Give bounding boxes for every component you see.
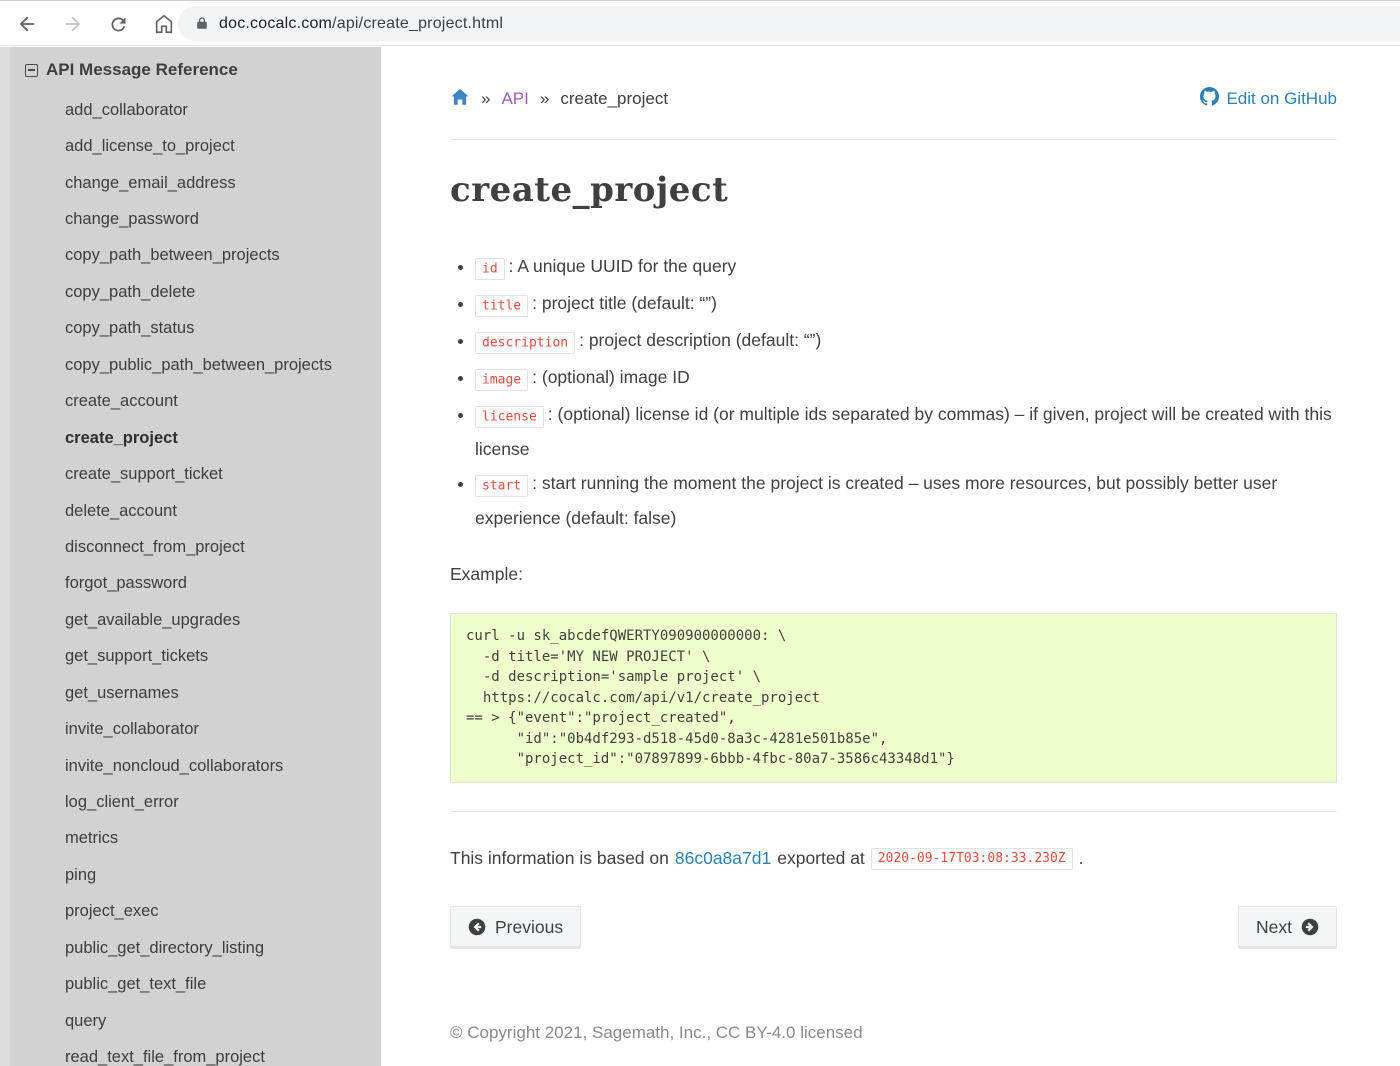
breadcrumb-current: create_project xyxy=(560,89,668,109)
sidebar-item-change_email_address[interactable]: change_email_address xyxy=(0,165,381,201)
sidebar-item-get_available_upgrades[interactable]: get_available_upgrades xyxy=(0,602,381,638)
param-description: : start running the moment the project i… xyxy=(475,473,1277,528)
based-on-note: This information is based on 86c0a8a7d1 … xyxy=(450,848,1337,870)
sidebar-item-add_license_to_project[interactable]: add_license_to_project xyxy=(0,128,381,164)
back-icon[interactable] xyxy=(16,13,38,35)
home-icon[interactable] xyxy=(153,13,175,35)
sidebar-item-copy_path_status[interactable]: copy_path_status xyxy=(0,311,381,347)
url-text: doc.cocalc.com/api/create_project.html xyxy=(219,15,503,33)
sidebar-header-label: API Message Reference xyxy=(46,60,238,80)
breadcrumb-separator: » xyxy=(481,89,490,109)
arrow-circle-left-icon xyxy=(468,918,486,936)
param-code: title xyxy=(475,295,528,317)
param-code: license xyxy=(475,406,544,428)
sidebar-item-list: add_collaboratoradd_license_to_projectch… xyxy=(0,92,381,1066)
sidebar-item-copy_path_delete[interactable]: copy_path_delete xyxy=(0,274,381,310)
next-button[interactable]: Next xyxy=(1238,906,1337,949)
commit-hash-link[interactable]: 86c0a8a7d1 xyxy=(675,848,771,869)
sidebar-item-copy_public_path_between_projects[interactable]: copy_public_path_between_projects xyxy=(0,347,381,383)
param-item-id: id: A unique UUID for the query xyxy=(475,250,1337,285)
param-item-license: license: (optional) license id (or multi… xyxy=(475,398,1337,465)
sidebar-item-delete_account[interactable]: delete_account xyxy=(0,493,381,529)
browser-toolbar: doc.cocalc.com/api/create_project.html xyxy=(0,0,1400,46)
param-code: id xyxy=(475,258,505,280)
sidebar-item-change_password[interactable]: change_password xyxy=(0,201,381,237)
arrow-circle-right-icon xyxy=(1301,918,1319,936)
breadcrumb-home-link[interactable] xyxy=(450,88,470,111)
export-timestamp: 2020-09-17T03:08:33.230Z xyxy=(871,848,1073,870)
example-code-block: curl -u sk_abcdefQWERTY090900000000: \ -… xyxy=(450,613,1337,783)
param-description: : (optional) image ID xyxy=(532,367,690,387)
sidebar-item-create_support_ticket[interactable]: create_support_ticket xyxy=(0,456,381,492)
collapse-minus-icon[interactable] xyxy=(25,64,38,77)
next-button-label: Next xyxy=(1256,917,1292,938)
based-on-prefix: This information is based on xyxy=(450,848,669,869)
sidebar-item-log_client_error[interactable]: log_client_error xyxy=(0,784,381,820)
url-domain: doc.cocalc.com xyxy=(219,15,332,32)
browser-window: doc.cocalc.com/api/create_project.html A… xyxy=(0,0,1400,1066)
sidebar-item-create_account[interactable]: create_account xyxy=(0,384,381,420)
sidebar-item-disconnect_from_project[interactable]: disconnect_from_project xyxy=(0,529,381,565)
copyright-notice: © Copyright 2021, Sagemath, Inc., CC BY-… xyxy=(450,1023,1337,1043)
sidebar-item-get_support_tickets[interactable]: get_support_tickets xyxy=(0,639,381,675)
sidebar-item-public_get_text_file[interactable]: public_get_text_file xyxy=(0,967,381,1003)
param-item-description: description: project description (defaul… xyxy=(475,324,1337,359)
forward-icon[interactable] xyxy=(62,13,84,35)
edit-on-github-link[interactable]: Edit on GitHub xyxy=(1200,87,1337,111)
github-icon xyxy=(1200,87,1219,111)
divider xyxy=(450,811,1337,812)
sidebar-item-create_project[interactable]: create_project xyxy=(0,420,381,456)
sidebar-nav: API Message Reference add_collaboratorad… xyxy=(0,47,381,1066)
param-item-image: image: (optional) image ID xyxy=(475,361,1337,396)
edit-on-github-label: Edit on GitHub xyxy=(1226,89,1337,109)
lock-icon xyxy=(195,16,209,31)
previous-button[interactable]: Previous xyxy=(450,906,581,949)
param-description: : project description (default: “”) xyxy=(579,330,821,350)
url-bar[interactable]: doc.cocalc.com/api/create_project.html xyxy=(178,6,1400,41)
param-code: start xyxy=(475,475,528,497)
sidebar-item-public_get_directory_listing[interactable]: public_get_directory_listing xyxy=(0,930,381,966)
sidebar-item-get_usernames[interactable]: get_usernames xyxy=(0,675,381,711)
param-description: : A unique UUID for the query xyxy=(509,256,737,276)
sidebar-item-add_collaborator[interactable]: add_collaborator xyxy=(0,92,381,128)
page-title: create_project xyxy=(450,170,1337,210)
sidebar-section-header[interactable]: API Message Reference xyxy=(25,60,381,80)
reload-icon[interactable] xyxy=(108,14,129,35)
breadcrumb: » API » create_project xyxy=(450,88,668,111)
sidebar-item-copy_path_between_projects[interactable]: copy_path_between_projects xyxy=(0,238,381,274)
based-on-middle: exported at xyxy=(777,848,865,869)
based-on-suffix: . xyxy=(1079,848,1084,869)
param-item-start: start: start running the moment the proj… xyxy=(475,467,1337,534)
sidebar-item-project_exec[interactable]: project_exec xyxy=(0,894,381,930)
previous-button-label: Previous xyxy=(495,917,563,938)
sidebar-item-forgot_password[interactable]: forgot_password xyxy=(0,566,381,602)
breadcrumb-separator: » xyxy=(540,89,549,109)
example-label: Example: xyxy=(450,564,1337,585)
main-content: » API » create_project Edit on GitHub cr… xyxy=(381,47,1400,1066)
url-path: /api/create_project.html xyxy=(332,15,503,32)
home-breadcrumb-icon xyxy=(450,88,470,111)
sidebar-item-query[interactable]: query xyxy=(0,1003,381,1039)
param-code: image xyxy=(475,369,528,391)
sidebar-item-ping[interactable]: ping xyxy=(0,857,381,893)
pager: Previous Next xyxy=(450,906,1337,949)
param-description: : project title (default: “”) xyxy=(532,293,717,313)
divider xyxy=(450,139,1337,140)
sidebar-item-read_text_file_from_project[interactable]: read_text_file_from_project xyxy=(0,1039,381,1066)
parameter-list: id: A unique UUID for the querytitle: pr… xyxy=(450,250,1337,534)
param-description: : (optional) license id (or multiple ids… xyxy=(475,404,1332,459)
sidebar-item-invite_noncloud_collaborators[interactable]: invite_noncloud_collaborators xyxy=(0,748,381,784)
sidebar-item-metrics[interactable]: metrics xyxy=(0,821,381,857)
sidebar-item-invite_collaborator[interactable]: invite_collaborator xyxy=(0,711,381,747)
param-item-title: title: project title (default: “”) xyxy=(475,287,1337,322)
param-code: description xyxy=(475,332,575,354)
example-code: curl -u sk_abcdefQWERTY090900000000: \ -… xyxy=(451,614,1336,782)
breadcrumb-api-link[interactable]: API xyxy=(501,89,528,109)
